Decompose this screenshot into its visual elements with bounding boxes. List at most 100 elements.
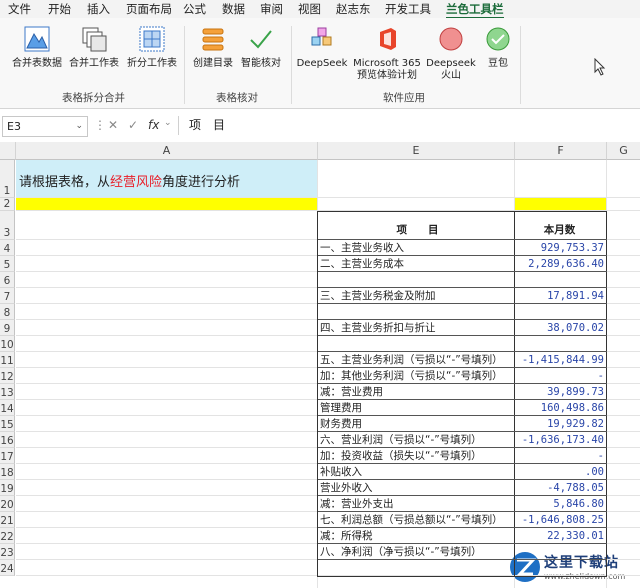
table-row-label[interactable]: 减：营业外支出 (318, 496, 515, 512)
table-row-label[interactable]: 四、主营业务折扣与折让 (318, 320, 515, 336)
menu-lanse-toolbar[interactable]: 兰色工具栏 (446, 1, 504, 19)
select-all-corner[interactable] (0, 142, 16, 160)
name-box[interactable]: E3 ⌄ (2, 116, 88, 137)
table-row-label[interactable]: 六、营业利润（亏损以“-”号填列） (318, 432, 515, 448)
row-header-9[interactable]: 9 (0, 320, 15, 336)
row-header-3[interactable]: 3 (0, 211, 15, 240)
row-header-2[interactable]: 2 (0, 198, 15, 211)
row-header-23[interactable]: 23 (0, 544, 15, 560)
row-header-7[interactable]: 7 (0, 288, 15, 304)
row-header-18[interactable]: 18 (0, 464, 15, 480)
split-worksheet-button[interactable]: 折分工作表 (124, 24, 180, 84)
table-row-label[interactable]: 营业外收入 (318, 480, 515, 496)
table-row-label[interactable]: 三、主营业务税金及附加 (318, 288, 515, 304)
table-row-label[interactable]: 财务费用 (318, 416, 515, 432)
deepseek-button[interactable]: DeepSeek (296, 24, 348, 84)
table-row-value[interactable]: -1,636,173.40 (515, 432, 607, 448)
row-header-4[interactable]: 4 (0, 240, 15, 256)
table-row-label[interactable]: 加：其他业务利润（亏损以“-”号填列） (318, 368, 515, 384)
table-row-value[interactable]: 22,330.01 (515, 528, 607, 544)
chevron-down-icon[interactable]: ⌄ (75, 117, 83, 136)
table-row-label[interactable]: 一、主营业务收入 (318, 240, 515, 256)
table-header-item[interactable]: 项 目 (318, 211, 515, 240)
row-header-12[interactable]: 12 (0, 368, 15, 384)
row-header-15[interactable]: 15 (0, 416, 15, 432)
table-row-value[interactable]: -4,788.05 (515, 480, 607, 496)
menu-review[interactable]: 审阅 (260, 1, 283, 17)
table-row-value[interactable]: -1,646,808.25 (515, 512, 607, 528)
insert-function-icon[interactable]: fx (148, 118, 159, 132)
menu-view[interactable]: 视图 (298, 1, 321, 17)
row-header-1[interactable]: 1 (0, 160, 15, 198)
doubao-button[interactable]: 豆包 (480, 24, 516, 84)
table-row-value[interactable]: 19,929.82 (515, 416, 607, 432)
chevron-down-icon[interactable]: ⌄ (164, 118, 172, 128)
column-header-a[interactable]: A (16, 142, 318, 160)
cancel-icon[interactable]: ✕ (108, 118, 118, 132)
column-header-f[interactable]: F (515, 142, 607, 160)
table-row-label[interactable]: 减：营业费用 (318, 384, 515, 400)
table-row-label[interactable] (318, 336, 515, 352)
table-row-value[interactable]: 39,899.73 (515, 384, 607, 400)
menu-formulas[interactable]: 公式 (183, 1, 206, 17)
table-header-value[interactable]: 本月数 (515, 211, 607, 240)
table-row-label[interactable]: 二、主营业务成本 (318, 256, 515, 272)
deepseek-volcano-button[interactable]: Deepseek 火山 (424, 24, 478, 84)
menu-user-tab[interactable]: 赵志东 (336, 1, 371, 17)
table-row-label[interactable]: 管理费用 (318, 400, 515, 416)
more-options-icon[interactable]: ⋮ (94, 118, 106, 132)
enter-check-icon[interactable]: ✓ (128, 118, 138, 132)
row-header-19[interactable]: 19 (0, 480, 15, 496)
table-row-value[interactable]: - (515, 368, 607, 384)
row-header-22[interactable]: 22 (0, 528, 15, 544)
row-header-10[interactable]: 10 (0, 336, 15, 352)
table-row-value[interactable]: 38,070.02 (515, 320, 607, 336)
menu-page-layout[interactable]: 页面布局 (126, 1, 172, 17)
table-row-value[interactable]: 5,846.80 (515, 496, 607, 512)
row-header-11[interactable]: 11 (0, 352, 15, 368)
row-header-24[interactable]: 24 (0, 560, 15, 576)
row-header-17[interactable]: 17 (0, 448, 15, 464)
menu-home[interactable]: 开始 (48, 1, 71, 17)
column-header-g[interactable]: G (607, 142, 640, 160)
row-header-13[interactable]: 13 (0, 384, 15, 400)
smart-check-button[interactable]: 智能核对 (238, 24, 284, 84)
row-header-16[interactable]: 16 (0, 432, 15, 448)
table-row-label[interactable]: 补贴收入 (318, 464, 515, 480)
table-row-label[interactable]: 八、净利润（净亏损以“-”号填列） (318, 544, 515, 560)
microsoft-365-insider-button[interactable]: Microsoft 365 预览体验计划 (352, 24, 422, 84)
menu-file[interactable]: 文件 (8, 1, 31, 17)
table-row-value[interactable] (515, 336, 607, 352)
formula-input[interactable]: 项 目 (178, 116, 640, 135)
menu-data[interactable]: 数据 (222, 1, 245, 17)
table-row-label[interactable] (318, 304, 515, 320)
merge-table-data-button[interactable]: 合并表数据 (10, 24, 64, 84)
menu-insert[interactable]: 插入 (87, 1, 110, 17)
row-header-8[interactable]: 8 (0, 304, 15, 320)
table-row-value[interactable]: 929,753.37 (515, 240, 607, 256)
create-toc-button[interactable]: 创建目录 (190, 24, 236, 84)
table-row-label[interactable]: 加：投资收益（损失以“-”号填列） (318, 448, 515, 464)
menu-developer[interactable]: 开发工具 (385, 1, 431, 17)
table-row-value[interactable]: .00 (515, 464, 607, 480)
table-row-value[interactable]: 17,891.94 (515, 288, 607, 304)
table-row-value[interactable]: -1,415,844.99 (515, 352, 607, 368)
row-header-6[interactable]: 6 (0, 272, 15, 288)
column-header-e[interactable]: E (318, 142, 515, 160)
table-row-value[interactable]: - (515, 448, 607, 464)
row-header-20[interactable]: 20 (0, 496, 15, 512)
table-row-value[interactable] (515, 272, 607, 288)
table-row-label[interactable] (318, 272, 515, 288)
table-row-label[interactable]: 减：所得税 (318, 528, 515, 544)
row-header-5[interactable]: 5 (0, 256, 15, 272)
table-row-label[interactable]: 五、主营业务利润（亏损以“-”号填列） (318, 352, 515, 368)
row-header-14[interactable]: 14 (0, 400, 15, 416)
table-row-label[interactable]: 七、利润总额（亏损总额以“-”号填列） (318, 512, 515, 528)
table-row-value[interactable] (515, 304, 607, 320)
table-row-value[interactable]: 160,498.86 (515, 400, 607, 416)
prompt-cell[interactable]: 请根据表格，从经营风险角度进行分析 (16, 160, 317, 198)
merge-worksheets-button[interactable]: 合并工作表 (66, 24, 122, 84)
table-row-value[interactable]: 2,289,636.40 (515, 256, 607, 272)
table-row-value[interactable] (515, 544, 607, 560)
row-header-21[interactable]: 21 (0, 512, 15, 528)
